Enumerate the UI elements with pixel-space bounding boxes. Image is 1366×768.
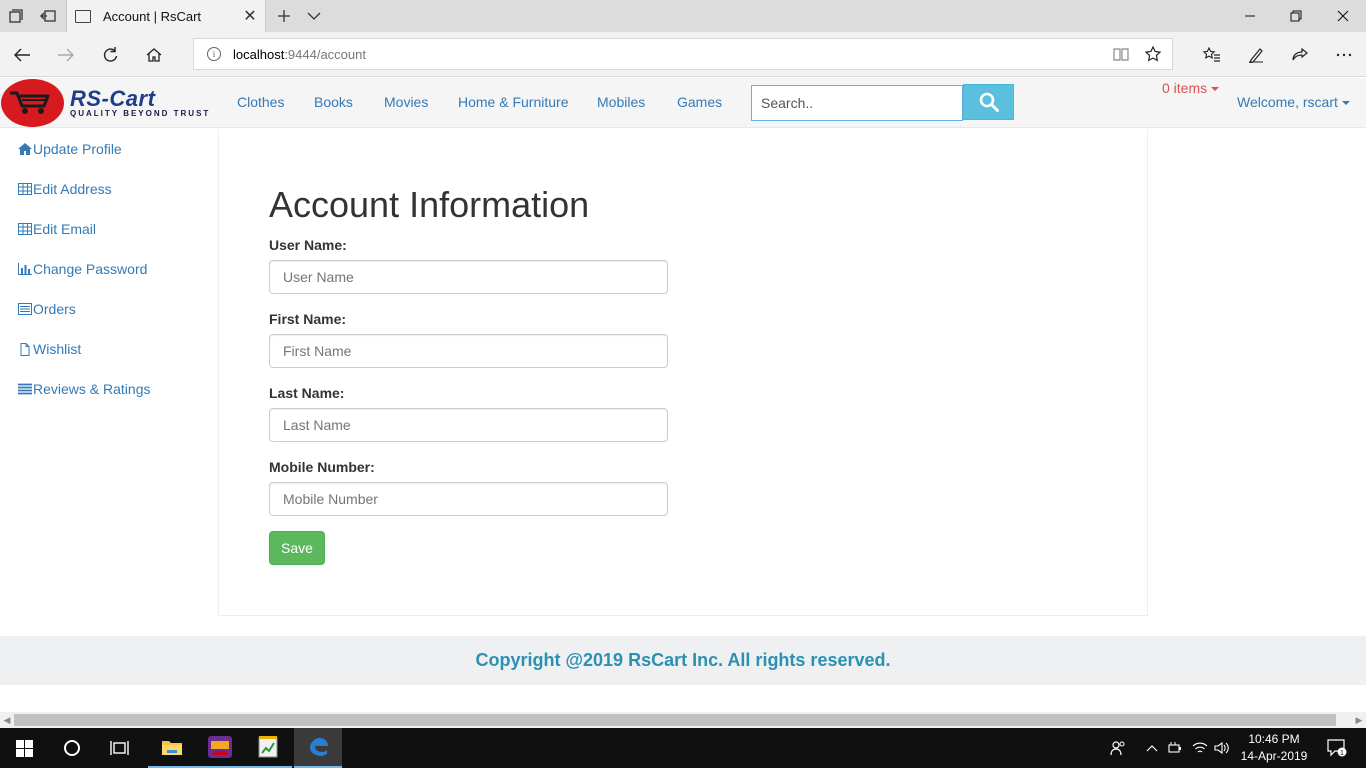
mobile-number-label: Mobile Number: [269, 459, 375, 475]
taskbar-clock[interactable]: 10:46 PM 14-Apr-2019 [1236, 731, 1312, 765]
people-icon[interactable] [1106, 728, 1130, 768]
battery-power-icon[interactable] [1164, 728, 1188, 768]
show-hidden-icons-chevron-icon[interactable] [1140, 728, 1164, 768]
sidebar-item-wishlist[interactable]: Wishlist [17, 341, 81, 357]
app-icon[interactable] [196, 728, 244, 768]
mobile-number-input[interactable] [269, 482, 668, 516]
scroll-left-icon[interactable]: ◀ [0, 712, 14, 728]
list-icon [17, 383, 32, 395]
last-name-label: Last Name: [269, 385, 345, 401]
sidebar-item-label: Change Password [33, 261, 148, 277]
first-name-input[interactable] [269, 334, 668, 368]
tab-actions-icon[interactable] [0, 0, 32, 32]
sidebar-item-orders[interactable]: Orders [17, 301, 76, 317]
forward-arrow-icon[interactable] [44, 32, 88, 77]
rscart-logo[interactable]: RS-Cart QUALITY BEYOND TRUST [0, 78, 222, 128]
site-footer: Copyright @2019 RsCart Inc. All rights r… [0, 636, 1366, 685]
task-view-icon[interactable] [96, 728, 144, 768]
active-browser-tab[interactable]: Account | RsCart ✕ [66, 0, 266, 32]
first-name-label: First Name: [269, 311, 347, 327]
search-button[interactable] [963, 84, 1014, 120]
share-icon[interactable] [1278, 32, 1322, 77]
reading-view-icon[interactable] [1105, 39, 1137, 69]
caret-down-icon [1341, 101, 1350, 106]
file-explorer-icon[interactable] [148, 728, 196, 768]
browser-toolbar: i localhost:9444/account [0, 32, 1366, 77]
nav-clothes[interactable]: Clothes [237, 94, 284, 110]
site-info-icon[interactable]: i [207, 47, 221, 61]
user-menu-dropdown[interactable]: Welcome, rscart [1237, 94, 1350, 110]
restore-icon[interactable] [1273, 0, 1319, 32]
address-bar[interactable]: i localhost:9444/account [193, 38, 1173, 70]
edge-browser-icon[interactable] [294, 728, 342, 768]
close-window-icon[interactable] [1320, 0, 1366, 32]
search-input[interactable] [751, 85, 963, 121]
nav-mobiles[interactable]: Mobiles [597, 94, 645, 110]
list-icon [17, 303, 32, 315]
last-name-input[interactable] [269, 408, 668, 442]
tab-preview-chevron-icon[interactable] [298, 0, 330, 32]
scroll-right-icon[interactable]: ▶ [1352, 712, 1366, 728]
horizontal-scrollbar[interactable]: ◀ ▶ [0, 712, 1366, 728]
windows-taskbar: 10:46 PM 14-Apr-2019 1 [0, 728, 1366, 768]
url-text: localhost:9444/account [233, 46, 366, 62]
more-menu-icon[interactable] [1322, 32, 1366, 77]
file-icon [17, 342, 32, 356]
cart-dropdown[interactable]: 0 items [1162, 80, 1220, 96]
nav-movies[interactable]: Movies [384, 94, 428, 110]
new-tab-icon[interactable] [268, 0, 300, 32]
table-icon [17, 183, 32, 195]
start-windows-icon[interactable] [0, 728, 48, 768]
caret-down-icon [1211, 87, 1220, 92]
sidebar-item-label: Reviews & Ratings [33, 381, 151, 397]
sidebar-item-change-password[interactable]: Change Password [17, 261, 147, 277]
sidebar-item-reviews-ratings[interactable]: Reviews & Ratings [17, 381, 151, 397]
search-icon [979, 92, 999, 112]
nav-home-furniture[interactable]: Home & Furniture [458, 94, 568, 110]
sidebar-item-label: Update Profile [33, 141, 122, 157]
user-name-input[interactable] [269, 260, 668, 294]
sidebar-item-label: Edit Address [33, 181, 112, 197]
nav-books[interactable]: Books [314, 94, 353, 110]
home-icon[interactable] [132, 32, 176, 77]
cortana-search-icon[interactable] [48, 728, 96, 768]
volume-icon[interactable] [1210, 728, 1234, 768]
home-icon [17, 143, 32, 155]
notification-count: 1 [1340, 750, 1344, 757]
welcome-label: Welcome, rscart [1237, 94, 1338, 110]
page-title: Account Information [269, 184, 590, 225]
minimize-icon[interactable] [1227, 0, 1273, 32]
sidebar-item-update-profile[interactable]: Update Profile [17, 141, 122, 157]
favorites-hub-icon[interactable] [1190, 32, 1234, 77]
cart-logo-icon [10, 91, 50, 114]
refresh-icon[interactable] [88, 32, 132, 77]
page-icon [75, 9, 91, 23]
save-button[interactable]: Save [269, 531, 325, 565]
sidebar-item-edit-address[interactable]: Edit Address [17, 181, 112, 197]
pen-notes-icon[interactable] [1234, 32, 1278, 77]
notepad-chart-icon[interactable] [244, 728, 292, 768]
sidebar-item-edit-email[interactable]: Edit Email [17, 221, 96, 237]
sidebar-item-label: Wishlist [33, 341, 82, 357]
close-tab-icon[interactable]: ✕ [235, 6, 265, 26]
favorite-star-icon[interactable] [1137, 39, 1169, 69]
copyright-text: Copyright @2019 RsCart Inc. All rights r… [475, 650, 891, 670]
sidebar-item-label: Orders [33, 301, 76, 317]
scrollbar-thumb[interactable] [14, 714, 1336, 726]
sidebar-item-label: Edit Email [33, 221, 97, 237]
clock-time: 10:46 PM [1248, 732, 1300, 746]
table-icon [17, 223, 32, 235]
tab-title: Account | RsCart [103, 8, 202, 24]
action-center-notification-icon[interactable]: 1 [1322, 728, 1352, 768]
bar-chart-icon [17, 263, 32, 275]
wifi-icon[interactable] [1188, 728, 1212, 768]
nav-games[interactable]: Games [677, 94, 722, 110]
logo-tagline: QUALITY BEYOND TRUST [70, 109, 211, 118]
set-aside-tabs-icon[interactable] [32, 0, 64, 32]
clock-date: 14-Apr-2019 [1240, 749, 1308, 763]
cart-count: 0 items [1162, 80, 1208, 96]
back-arrow-icon[interactable] [0, 32, 44, 77]
browser-tab-bar: Account | RsCart ✕ [0, 0, 1366, 32]
user-name-label: User Name: [269, 237, 347, 253]
